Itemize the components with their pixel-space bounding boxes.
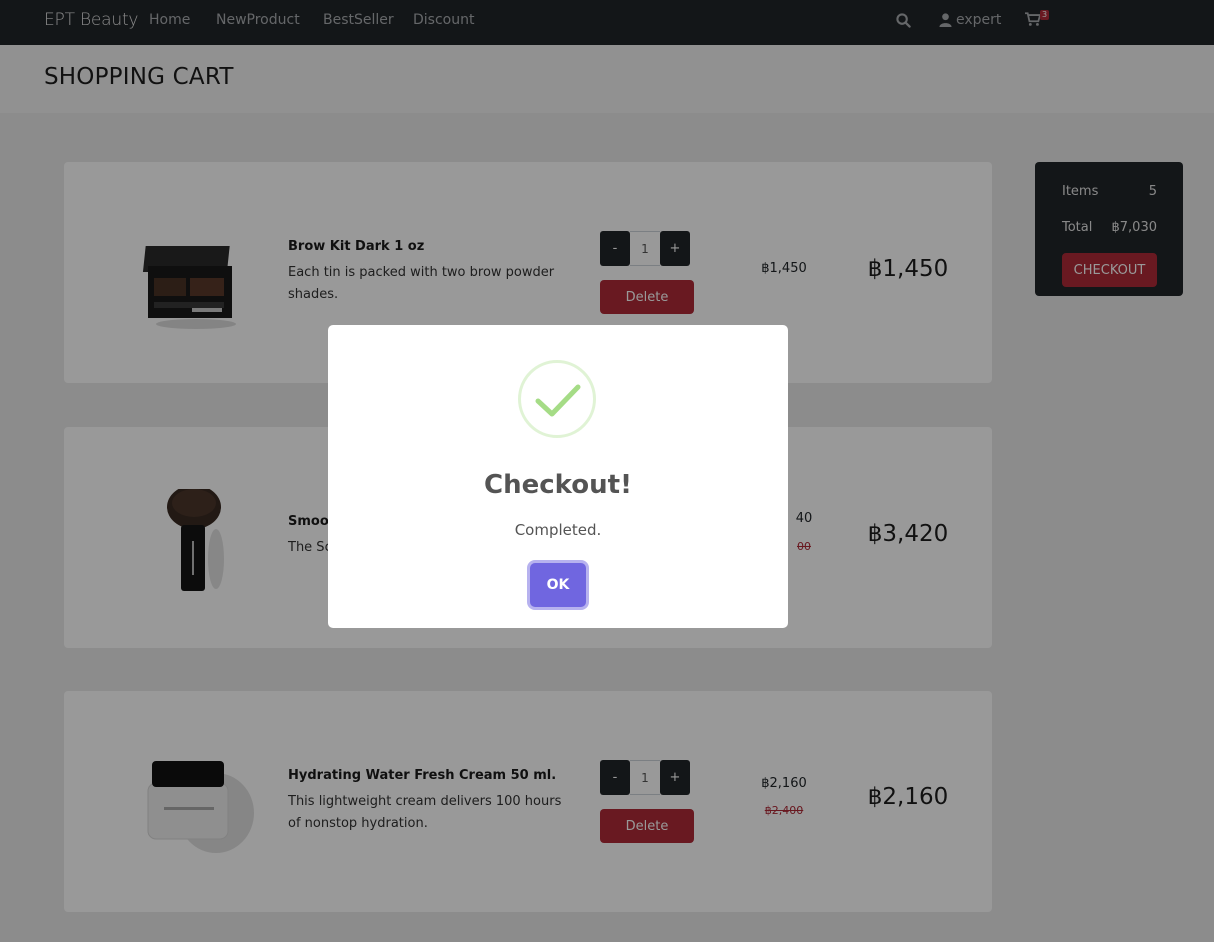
checkout-dialog: Checkout! Completed. OK [328,325,788,628]
dialog-message: Completed. [514,521,602,539]
success-check-icon [518,360,596,438]
ok-button[interactable]: OK [530,563,586,607]
dialog-title: Checkout! [484,470,632,500]
